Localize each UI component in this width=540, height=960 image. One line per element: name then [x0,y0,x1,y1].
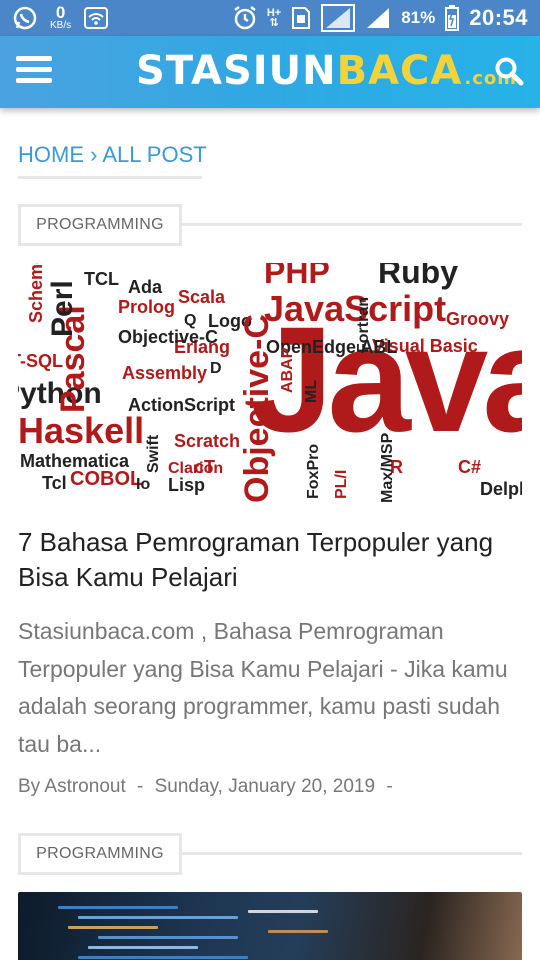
post-date: Sunday, January 20, 2019 [154,776,376,797]
category-tag[interactable]: PROGRAMMING [18,833,182,875]
breadcrumb: HOME › ALL POST [18,142,207,179]
breadcrumb-home-link[interactable]: HOME [18,142,84,167]
network-type: H+ ⇅ [266,7,282,29]
post-author[interactable]: By Astronout [18,776,126,797]
wordcloud-word: Scratch [174,431,240,451]
wordcloud-word: Max/MSP [379,432,396,503]
speed-value: 0 [55,3,66,22]
wordcloud-word: PL/I [333,470,350,499]
wordcloud-word: Haskell [18,410,144,451]
wordcloud-word: Assembly [122,363,207,383]
signal-bars-icon [365,6,391,30]
wordcloud-word: ABAP [279,347,296,393]
site-logo[interactable]: STASIUN BACA .com [136,48,517,96]
app-header: STASIUN BACA .com [0,36,540,108]
wordcloud-word: Objective-C [238,314,276,503]
wordcloud-word: Scala [178,287,226,307]
status-bar: 0 KB/s H+ ⇅ 81% 20:54 [0,0,540,36]
meta-separator: - [137,776,144,797]
breadcrumb-current[interactable]: ALL POST [102,142,206,167]
wordcloud-word: Swift [145,434,162,473]
wordcloud-word: COBOL [70,468,142,490]
post-category-row: PROGRAMMING [18,833,522,875]
wordcloud-word: Io [136,476,150,493]
breadcrumb-separator: › [90,142,98,167]
alarm-icon [233,5,257,31]
whatsapp-icon [12,5,38,31]
wordcloud-word: Groovy [446,309,509,329]
wordcloud-word: Lisp [168,475,205,495]
category-divider [178,223,522,226]
wordcloud-word: PHP [264,263,330,290]
post-category-row: PROGRAMMING [18,204,522,246]
battery-percent: 81% [401,8,436,27]
wordcloud-word: D [210,360,222,377]
wordcloud-word: FoxPro [305,444,322,499]
category-divider [178,852,522,855]
hamburger-menu-icon[interactable] [16,56,52,86]
wordcloud-word: Scheme [26,263,46,323]
wifi-icon [83,6,109,30]
wordcloud-word: Fortran [355,297,372,353]
wordcloud-word: Prolog [118,297,175,317]
battery-icon [445,5,460,31]
category-tag[interactable]: PROGRAMMING [18,204,182,246]
wordcloud-word: C# [458,457,481,477]
post-thumbnail[interactable]: Java PHP Ruby JavaScript Groovy Visual B… [18,263,522,503]
clock: 20:54 [469,5,528,30]
logo-part-baca: BACA [336,48,463,94]
wordcloud-word: Tcl [42,473,67,493]
meta-separator: - [386,776,393,797]
wordcloud-word: Ruby [378,263,458,290]
wordcloud-word: Objective-C [118,327,218,347]
signal-icon [321,4,356,32]
wordcloud-word: Ada [128,277,163,297]
network-speed: 0 KB/s [50,4,71,31]
search-icon[interactable] [494,56,524,86]
wordcloud-word: Perl [46,280,79,337]
post-title-link[interactable]: 7 Bahasa Pemrograman Terpopuler yang Bis… [18,525,522,595]
logo-part-stasiun: STASIUN [136,48,337,94]
wordcloud-word: TCL [84,269,119,289]
wordcloud-word: Delphi [480,479,522,499]
speed-unit: KB/s [50,20,72,31]
network-type-label: H+ [266,7,282,19]
wordcloud-word: ML [303,380,320,403]
post-excerpt: Stasiunbaca.com , Bahasa Pemrograman Ter… [18,618,508,757]
sim-icon [291,6,311,30]
post-meta: By Astronout - Sunday, January 20, 2019 … [18,776,399,798]
post-thumbnail[interactable] [18,892,522,960]
